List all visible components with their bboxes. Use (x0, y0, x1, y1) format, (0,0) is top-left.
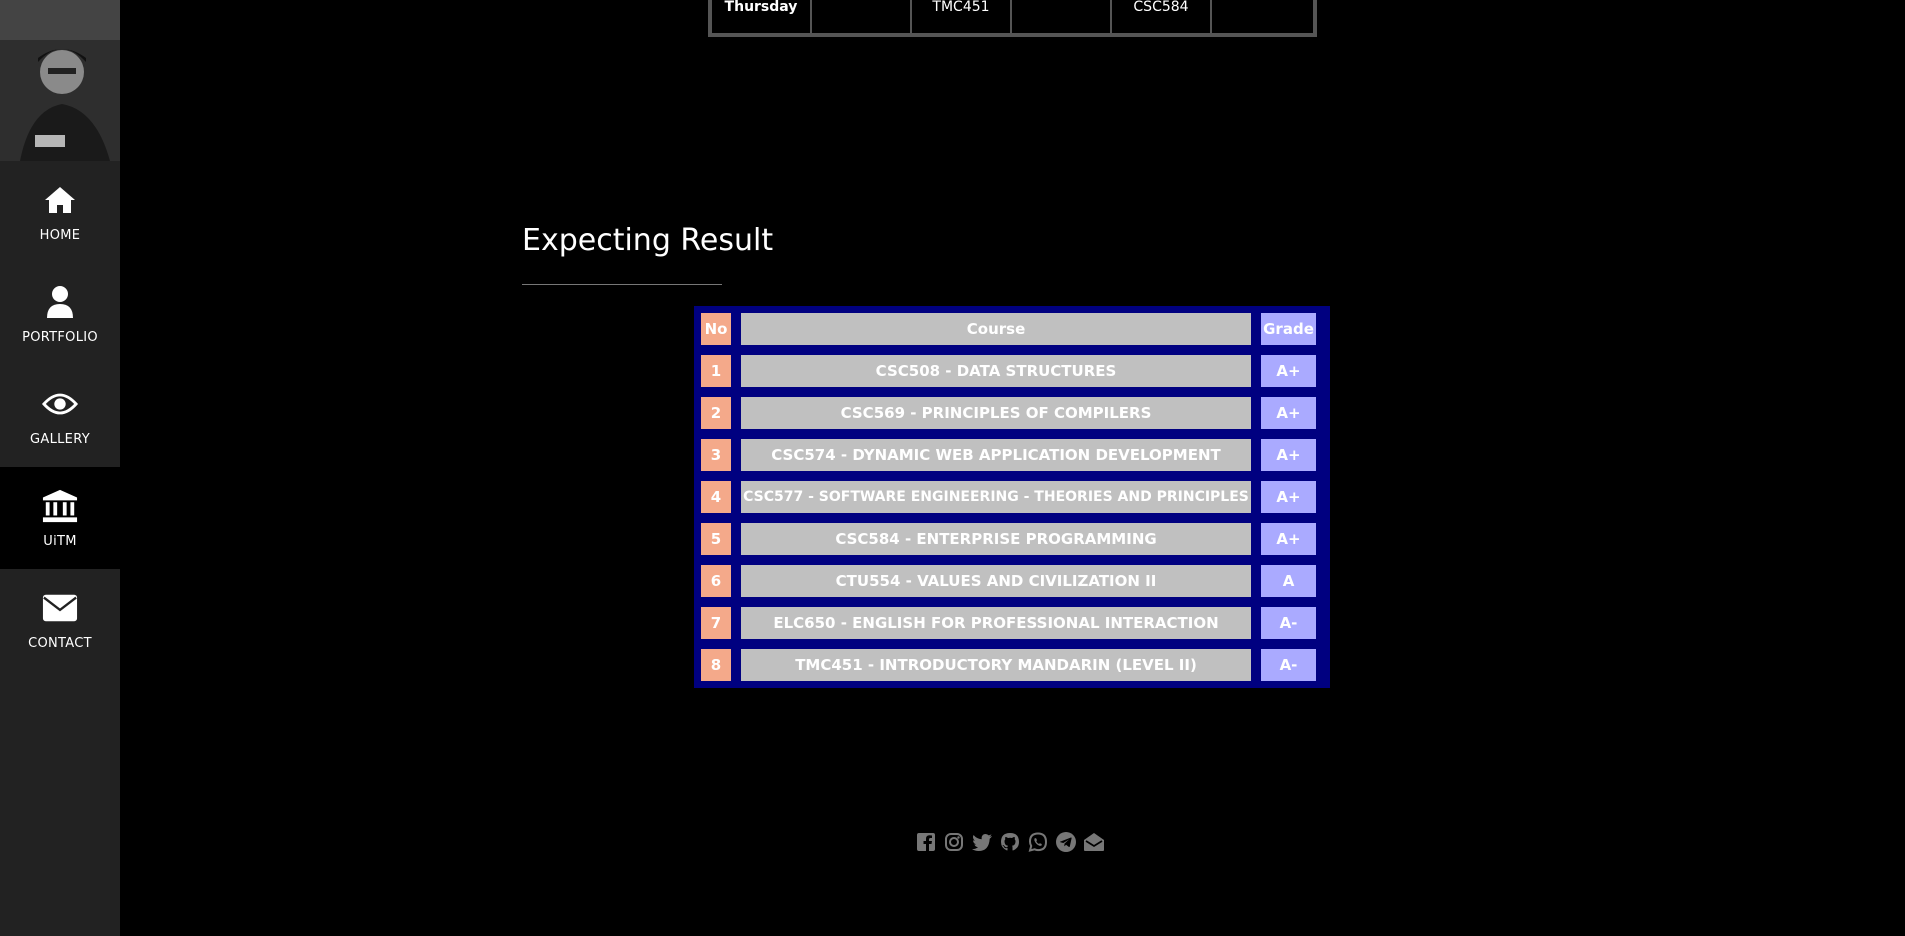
cell-course: CSC508 - DATA STRUCTURES (741, 355, 1251, 387)
table-row: 3 CSC574 - DYNAMIC WEB APPLICATION DEVEL… (701, 439, 1323, 471)
timetable: Thursday TMC451 CSC584 (708, 0, 1317, 37)
sidebar-item-portfolio[interactable]: PORTFOLIO (0, 263, 120, 365)
title-divider (522, 284, 722, 285)
social-links (915, 831, 1105, 853)
github-icon[interactable] (999, 831, 1021, 853)
twitter-icon[interactable] (971, 831, 993, 853)
timetable-cell (812, 0, 912, 33)
table-row: 2 CSC569 - PRINCIPLES OF COMPILERS A+ (701, 397, 1323, 429)
university-icon (42, 488, 78, 524)
cell-course: CSC569 - PRINCIPLES OF COMPILERS (741, 397, 1251, 429)
timetable-row: Thursday TMC451 CSC584 (712, 0, 1313, 33)
table-row: 4 CSC577 - SOFTWARE ENGINEERING - THEORI… (701, 481, 1323, 513)
timetable-cell: TMC451 (912, 0, 1012, 33)
sidebar-item-contact[interactable]: CONTACT (0, 569, 120, 671)
table-row: 6 CTU554 - VALUES AND CIVILIZATION II A (701, 565, 1323, 597)
cell-no: 6 (701, 565, 731, 597)
cell-course: CSC574 - DYNAMIC WEB APPLICATION DEVELOP… (741, 439, 1251, 471)
cell-no: 3 (701, 439, 731, 471)
cell-grade: A+ (1261, 397, 1316, 429)
section-title: Expecting Result (522, 223, 774, 258)
table-header-row: No Course Grade (701, 313, 1323, 345)
eye-icon (42, 386, 78, 422)
sidebar-item-label: PORTFOLIO (22, 329, 98, 345)
sidebar-item-label: CONTACT (28, 635, 92, 651)
timetable-cell: Thursday (712, 0, 812, 33)
timetable-cell: CSC584 (1112, 0, 1212, 33)
cell-course: CSC577 - SOFTWARE ENGINEERING - THEORIES… (741, 481, 1251, 513)
result-table: No Course Grade 1 CSC508 - DATA STRUCTUR… (694, 306, 1330, 688)
table-row: 8 TMC451 - INTRODUCTORY MANDARIN (LEVEL … (701, 649, 1323, 681)
telegram-icon[interactable] (1055, 831, 1077, 853)
sidebar-item-home[interactable]: HOME (0, 161, 120, 263)
cell-no: 1 (701, 355, 731, 387)
timetable-cell (1012, 0, 1112, 33)
timetable-cell (1212, 0, 1312, 33)
cell-no: 7 (701, 607, 731, 639)
cell-grade: A- (1261, 607, 1316, 639)
cell-course: CSC584 - ENTERPRISE PROGRAMMING (741, 523, 1251, 555)
table-row: 1 CSC508 - DATA STRUCTURES A+ (701, 355, 1323, 387)
sidebar-item-label: UiTM (43, 533, 77, 549)
cell-grade: A (1261, 565, 1316, 597)
cell-grade: A+ (1261, 523, 1316, 555)
header-grade: Grade (1261, 313, 1316, 345)
home-icon (42, 182, 78, 218)
cell-grade: A- (1261, 649, 1316, 681)
user-icon (42, 284, 78, 320)
avatar (0, 0, 120, 161)
whatsapp-icon[interactable] (1027, 831, 1049, 853)
envelope-icon (42, 590, 78, 626)
cell-grade: A+ (1261, 355, 1316, 387)
sidebar: HOME PORTFOLIO GALLERY UiTM CONTACT (0, 0, 120, 936)
cell-no: 4 (701, 481, 731, 513)
header-no: No (701, 313, 731, 345)
sidebar-item-label: GALLERY (30, 431, 90, 447)
instagram-icon[interactable] (943, 831, 965, 853)
table-row: 7 ELC650 - ENGLISH FOR PROFESSIONAL INTE… (701, 607, 1323, 639)
cell-no: 8 (701, 649, 731, 681)
cell-grade: A+ (1261, 481, 1316, 513)
facebook-icon[interactable] (915, 831, 937, 853)
cell-no: 5 (701, 523, 731, 555)
cell-course: TMC451 - INTRODUCTORY MANDARIN (LEVEL II… (741, 649, 1251, 681)
cell-course: CTU554 - VALUES AND CIVILIZATION II (741, 565, 1251, 597)
table-row: 5 CSC584 - ENTERPRISE PROGRAMMING A+ (701, 523, 1323, 555)
cell-no: 2 (701, 397, 731, 429)
cell-course: ELC650 - ENGLISH FOR PROFESSIONAL INTERA… (741, 607, 1251, 639)
header-course: Course (741, 313, 1251, 345)
sidebar-item-label: HOME (39, 227, 81, 243)
sidebar-item-gallery[interactable]: GALLERY (0, 365, 120, 467)
cell-grade: A+ (1261, 439, 1316, 471)
email-icon[interactable] (1083, 831, 1105, 853)
sidebar-item-uitm[interactable]: UiTM (0, 467, 120, 569)
